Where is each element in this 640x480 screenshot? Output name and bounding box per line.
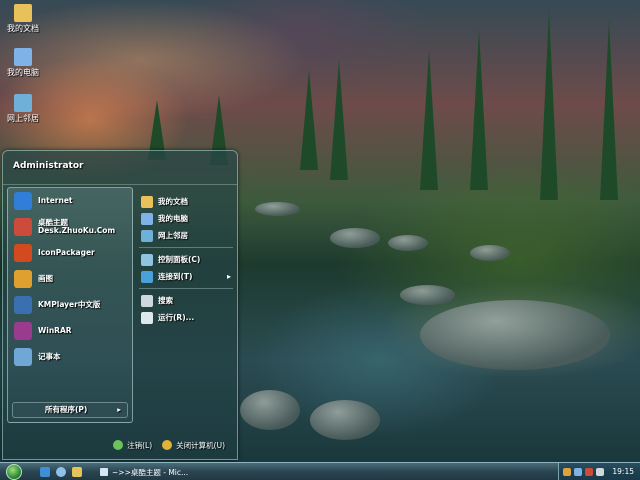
shutdown-label: 关闭计算机(U): [176, 440, 225, 450]
logoff-icon: [113, 440, 124, 450]
desktop-icon-label: 网上邻居: [7, 114, 39, 123]
wallpaper-tree: [420, 50, 438, 190]
control-panel-icon: [141, 253, 153, 266]
wallpaper-rock: [330, 228, 380, 248]
pinned-programs-panel: Internet 桌酷主题 Desk.ZhuoKu.Com IconPackag…: [7, 187, 133, 423]
place-label: 我的电脑: [158, 214, 188, 223]
start-menu-footer: 注销(L) 关闭计算机(U): [3, 431, 237, 459]
wallpaper-rock: [470, 245, 510, 261]
place-run[interactable]: 运行(R)...: [139, 309, 233, 326]
arrow-right-icon: ▸: [226, 272, 231, 281]
place-my-documents[interactable]: 我的文档: [139, 193, 233, 210]
pinned-subtitle: Desk.ZhuoKu.Com: [38, 226, 116, 235]
place-control-panel[interactable]: 控制面板(C): [139, 251, 233, 268]
all-programs-button[interactable]: 所有程序(P) ▸: [12, 402, 128, 418]
wallpaper-tree: [600, 20, 618, 200]
documents-icon: [141, 195, 153, 208]
computer-icon: [14, 48, 32, 66]
place-connect-to[interactable]: 连接到(T) ▸: [139, 268, 233, 285]
places-panel: 我的文档 我的电脑 网上邻居 控制面板(C) 连接到(T) ▸ 搜索 运行(R)…: [139, 193, 233, 326]
task-label: ~>>桌酷主题 - Mic...: [112, 467, 189, 477]
folder-icon[interactable]: [72, 467, 82, 477]
tray-app-icon[interactable]: [563, 467, 571, 476]
place-label: 运行(R)...: [158, 313, 195, 322]
wallpaper-tree: [540, 10, 558, 200]
computer-icon: [141, 212, 153, 225]
tray-security-icon[interactable]: [585, 467, 593, 476]
pinned-label: IconPackager: [38, 248, 95, 257]
network-icon: [141, 229, 153, 242]
wallpaper-rock: [420, 300, 610, 370]
pinned-winrar[interactable]: WinRAR: [8, 318, 132, 344]
wallpaper-rock: [400, 285, 455, 305]
place-my-computer[interactable]: 我的电脑: [139, 210, 233, 227]
arrow-right-icon: ▸: [117, 405, 121, 414]
search-icon: [141, 294, 153, 307]
place-label: 搜索: [158, 296, 173, 305]
clock[interactable]: 19:15: [612, 467, 634, 476]
separator: [139, 288, 233, 289]
pinned-notepad[interactable]: 记事本: [8, 344, 132, 370]
connect-icon: [141, 270, 153, 283]
desktop-icon-my-documents[interactable]: 我的文档: [4, 4, 42, 33]
wallpaper-tree: [300, 70, 318, 170]
shutdown-button[interactable]: 关闭计算机(U): [162, 440, 225, 451]
wallpaper-rock: [388, 235, 428, 251]
logoff-button[interactable]: 注销(L): [113, 440, 152, 451]
pinned-label: WinRAR: [38, 326, 72, 335]
start-button[interactable]: [6, 464, 22, 480]
power-icon: [162, 440, 173, 450]
internet-explorer-icon: [14, 192, 32, 210]
pinned-label: KMPlayer中文版: [38, 300, 101, 309]
place-label: 连接到(T): [158, 272, 193, 281]
ie-icon[interactable]: [40, 467, 50, 477]
pinned-zhuoku-theme[interactable]: 桌酷主题 Desk.ZhuoKu.Com: [8, 214, 132, 240]
start-menu-header: Administrator: [3, 151, 237, 185]
media-icon[interactable]: [56, 467, 66, 477]
kmplayer-icon: [14, 296, 32, 314]
pinned-iconpackager[interactable]: IconPackager: [8, 240, 132, 266]
iconpackager-icon: [14, 244, 32, 262]
place-label: 我的文档: [158, 197, 188, 206]
winrar-icon: [14, 322, 32, 340]
taskbar: ~>>桌酷主题 - Mic... 19:15: [0, 462, 640, 480]
pinned-label: 桌酷主题 Desk.ZhuoKu.Com: [38, 219, 115, 235]
pinned-label: 记事本: [38, 352, 61, 361]
desktop-icon-label: 我的文档: [7, 24, 39, 33]
folder-documents-icon: [14, 4, 32, 22]
tray-volume-icon[interactable]: [596, 467, 604, 476]
pinned-label: Internet: [38, 196, 73, 205]
logoff-label: 注销(L): [127, 440, 153, 450]
wallpaper-tree: [470, 30, 488, 190]
pinned-internet[interactable]: Internet: [8, 188, 132, 214]
pinned-kmplayer[interactable]: KMPlayer中文版: [8, 292, 132, 318]
pinned-paint[interactable]: 画图: [8, 266, 132, 292]
notepad-icon: [14, 348, 32, 366]
taskbar-window-button[interactable]: ~>>桌酷主题 - Mic...: [100, 465, 188, 479]
separator: [139, 247, 233, 248]
wallpaper-rock: [310, 400, 380, 440]
desktop-icon-network[interactable]: 网上邻居: [4, 94, 42, 123]
window-icon: [100, 468, 108, 476]
wallpaper-rock: [240, 390, 300, 430]
paint-icon: [14, 270, 32, 288]
run-icon: [141, 311, 153, 324]
desktop-icon-my-computer[interactable]: 我的电脑: [4, 48, 42, 77]
tray-network-icon[interactable]: [574, 467, 582, 476]
user-name: Administrator: [13, 161, 84, 171]
start-menu: Administrator Internet 桌酷主题 Desk.ZhuoKu.…: [2, 150, 238, 460]
wallpaper-tree: [330, 60, 348, 180]
theme-icon: [14, 218, 32, 236]
desktop-icon-label: 我的电脑: [7, 68, 39, 77]
place-search[interactable]: 搜索: [139, 292, 233, 309]
place-label: 网上邻居: [158, 231, 188, 240]
pinned-label: 画图: [38, 274, 53, 283]
network-icon: [14, 94, 32, 112]
system-tray: 19:15: [558, 463, 640, 480]
all-programs-label: 所有程序(P): [45, 405, 88, 414]
place-label: 控制面板(C): [158, 255, 201, 264]
place-network[interactable]: 网上邻居: [139, 227, 233, 244]
wallpaper-rock: [255, 202, 300, 216]
